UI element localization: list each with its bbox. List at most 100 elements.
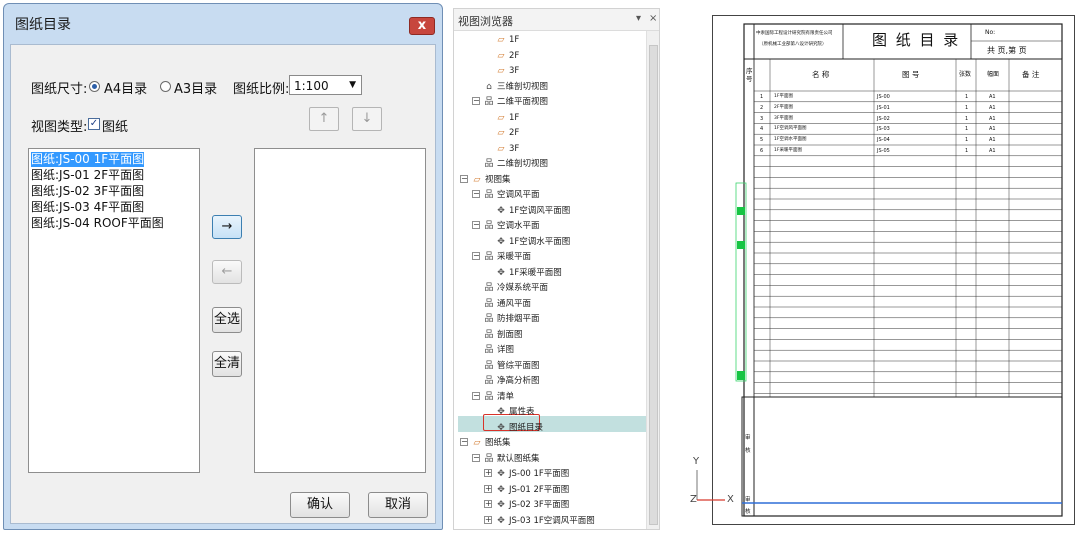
select-all-button[interactable]: 全选 [212, 307, 242, 333]
tree-node[interactable]: ⌂ 三维剖切视图 [483, 80, 548, 95]
tree-node[interactable]: + ✥ JS-03 1F空调风平面图 [484, 514, 595, 529]
list-item[interactable]: 图纸:JS-03 4F平面图 [31, 200, 144, 215]
a4-radio-label[interactable]: A4目录 [104, 78, 147, 97]
move-up-button[interactable]: ↑ [309, 107, 339, 131]
chevron-down-icon: ▼ [349, 80, 356, 90]
scale-label: 图纸比例: [233, 82, 290, 97]
tree-node[interactable]: 品冷媒系统平面 [483, 281, 548, 296]
tree-node[interactable]: 品管综平面图 [483, 359, 539, 374]
drawing-canvas [712, 15, 1075, 525]
cancel-button[interactable]: 取消 [368, 492, 428, 518]
axis-y-label: Y [693, 456, 700, 467]
move-down-button[interactable]: ↓ [352, 107, 382, 131]
expand-toggle-icon[interactable]: − [472, 252, 480, 260]
tree-node-label: 二维剖切视图 [497, 159, 549, 169]
tree-node-label: 通风平面 [497, 298, 532, 309]
tree-scrollbar[interactable] [646, 31, 659, 529]
row-name: 3F平面图 [774, 115, 793, 121]
panel-dropdown-icon[interactable]: ▾ [636, 13, 641, 24]
available-drawings-list[interactable]: 图纸:JS-00 1F平面图 图纸:JS-01 2F平面图 图纸:JS-02 3… [28, 148, 200, 473]
tree-node[interactable]: 品通风平面 [483, 297, 531, 312]
tree-node[interactable]: − 品空调水平面 [472, 219, 540, 234]
tree-node[interactable]: − 品默认图纸集 [472, 452, 540, 467]
tree-node[interactable]: 品二维剖切视图 [483, 157, 548, 172]
drawing-checkbox-label[interactable]: 图纸 [102, 116, 128, 135]
tree-node[interactable]: +✥JS-04 1F空调水平面图 [484, 529, 595, 530]
list-item[interactable]: 图纸:JS-04 ROOF平面图 [31, 216, 164, 231]
row-code: JS-02 [877, 115, 890, 122]
tree-node[interactable]: 品防排烟平面 [483, 312, 539, 327]
row-size: A1 [989, 126, 996, 133]
tree-node[interactable]: ▱ 3F [495, 142, 520, 157]
expand-toggle-icon[interactable]: + [484, 484, 492, 493]
expand-toggle-icon[interactable]: − [472, 221, 480, 229]
list-item[interactable]: 图纸:JS-01 2F平面图 [31, 168, 144, 183]
row-name: 2F平面图 [774, 104, 793, 110]
expand-toggle-icon[interactable]: − [472, 97, 480, 105]
view-browser-panel: 视图浏览器 ▾ × ▱ 1F ▱ 2F ▱ 3F ⌂ 三维剖切视图 − 品二维平面视图 ▱ 1F ▱ 2F… [453, 8, 660, 530]
row-code: JS-00 [877, 94, 890, 100]
tree-node[interactable]: ✥ 1F空调风平面图 [495, 204, 570, 219]
tree-node[interactable]: ▱ 1F [495, 33, 520, 48]
header-code: 图 号 [902, 70, 920, 79]
dialog-titlebar[interactable]: 图纸目录 x [4, 4, 442, 42]
expand-toggle-icon[interactable]: − [460, 174, 468, 183]
tree-node[interactable]: − 品二维平面视图 [472, 95, 548, 110]
tree-node[interactable]: − 品清单 [472, 390, 514, 405]
tree-node[interactable]: ✥ 1F空调水平面图 [495, 235, 570, 250]
tree-node[interactable]: ✥ 图纸目录 [495, 421, 543, 436]
expand-toggle-icon[interactable]: + [484, 515, 492, 524]
tree-node-icon: 品 [484, 221, 494, 231]
list-item[interactable]: 图纸:JS-02 3F平面图 [31, 184, 144, 199]
tree-node-icon: ✥ [497, 422, 505, 433]
tree-node[interactable]: ▱ 2F [495, 126, 520, 141]
drawing-checkbox[interactable]: ✓ [88, 118, 100, 130]
tree-node[interactable]: ▱ 2F [495, 49, 520, 64]
expand-toggle-icon[interactable]: + [484, 469, 492, 477]
clear-all-button[interactable]: 全清 [212, 351, 242, 377]
ok-button[interactable]: 确认 [290, 492, 350, 518]
tree-node[interactable]: − 品采暖平面 [472, 250, 531, 265]
tree-node-icon: 品 [484, 190, 494, 200]
tree-node-icon: ✥ [497, 484, 505, 495]
tree-node[interactable]: 品净高分析图 [483, 374, 539, 389]
tree-node[interactable]: + ✥ JS-02 3F平面图 [484, 498, 569, 513]
tree-node[interactable]: ✥ 1F采暖平面图 [495, 266, 562, 281]
tree-node[interactable]: − ▱ 视图集 [460, 173, 511, 188]
tree-node[interactable]: − 品空调风平面 [472, 188, 540, 203]
a3-radio-label[interactable]: A3目录 [174, 78, 217, 97]
expand-toggle-icon[interactable]: − [472, 190, 480, 198]
row-count: 1 [965, 137, 969, 144]
tree-node-label: JS-00 1F平面图 [509, 469, 570, 479]
tree-node[interactable]: ▱ 1F [495, 111, 520, 126]
row-size: A1 [989, 115, 996, 122]
tree-node-label: JS-02 3F平面图 [509, 500, 570, 510]
tree-node[interactable]: 品剖面图 [483, 328, 522, 343]
expand-toggle-icon[interactable]: − [460, 438, 468, 446]
scrollbar-thumb[interactable] [649, 45, 658, 525]
close-button[interactable]: x [409, 17, 435, 35]
row-size: A1 [989, 104, 996, 111]
remove-left-button[interactable]: ← [212, 260, 242, 284]
expand-toggle-icon[interactable]: + [484, 500, 492, 508]
tree-node-icon: ▱ [497, 35, 505, 45]
a4-radio[interactable] [89, 81, 100, 92]
selected-drawings-list[interactable] [254, 148, 426, 473]
tree-node-icon: 品 [484, 360, 494, 371]
expand-toggle-icon[interactable]: − [472, 391, 480, 400]
side-char: 核 [745, 448, 751, 454]
add-right-button[interactable]: → [212, 215, 242, 239]
list-item[interactable]: 图纸:JS-00 1F平面图 [31, 152, 145, 167]
row-count: 1 [965, 94, 969, 100]
scale-select[interactable]: 1:100 ▼ [289, 75, 362, 95]
tree-node-icon: 品 [484, 453, 494, 464]
panel-close-icon[interactable]: × [649, 13, 657, 24]
tree-node[interactable]: + ✥ JS-00 1F平面图 [484, 467, 569, 482]
tree-node[interactable]: 品详图 [483, 343, 514, 358]
tree-node[interactable]: + ✥ JS-01 2F平面图 [484, 483, 569, 498]
tree-node[interactable]: ✥ 属性表 [495, 405, 534, 420]
tree-node[interactable]: ▱ 3F [495, 64, 520, 79]
expand-toggle-icon[interactable]: − [472, 453, 480, 462]
a3-radio[interactable] [160, 81, 171, 92]
tree-node[interactable]: − ▱ 图纸集 [460, 436, 511, 451]
